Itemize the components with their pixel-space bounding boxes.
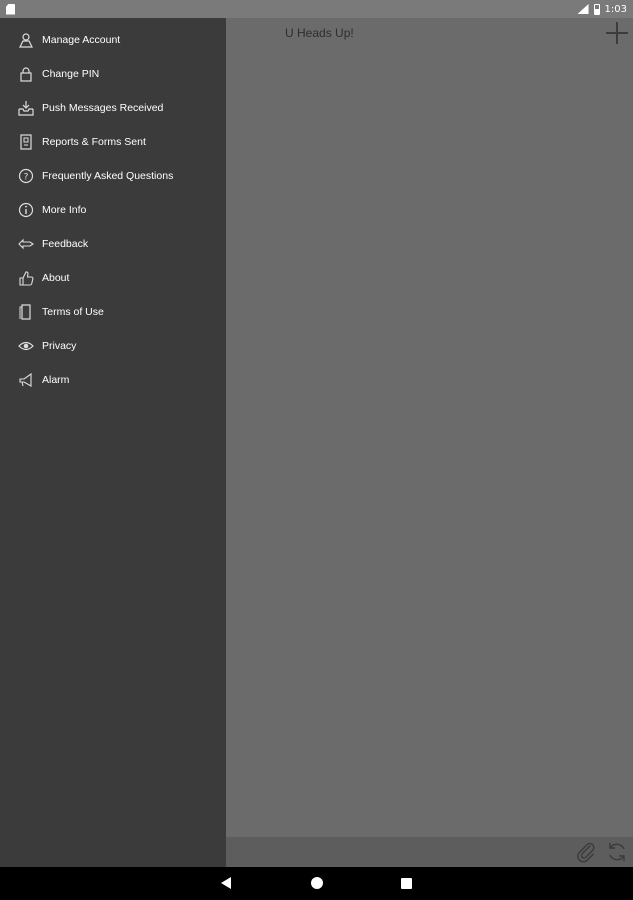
recents-button[interactable] — [401, 878, 412, 889]
menu-item-alarm[interactable]: Alarm — [0, 363, 226, 397]
menu-item-label: Feedback — [42, 238, 89, 250]
attach-button[interactable] — [575, 841, 597, 863]
menu-item-more-info[interactable]: More Info — [0, 193, 226, 227]
menu-item-feedback[interactable]: Feedback — [0, 227, 226, 261]
paperclip-icon — [577, 842, 595, 863]
back-button[interactable] — [221, 877, 231, 889]
info-icon — [17, 201, 35, 219]
svg-text:?: ? — [24, 173, 29, 183]
menu-item-label: Privacy — [42, 340, 77, 352]
menu-item-terms-of-use[interactable]: Terms of Use — [0, 295, 226, 329]
inbox-icon — [17, 99, 35, 117]
lock-icon — [17, 65, 35, 83]
menu-item-reports-forms[interactable]: Reports & Forms Sent — [0, 125, 226, 159]
page-icon — [17, 303, 35, 321]
megaphone-icon — [17, 371, 35, 389]
feedback-icon — [17, 235, 35, 253]
menu-item-change-pin[interactable]: Change PIN — [0, 57, 226, 91]
menu-item-about[interactable]: About — [0, 261, 226, 295]
sd-card-icon — [6, 3, 15, 15]
refresh-button[interactable] — [605, 841, 629, 863]
menu-item-label: Manage Account — [42, 34, 121, 46]
status-bar: 1:03 — [0, 0, 633, 18]
menu-item-faq[interactable]: ? Frequently Asked Questions — [0, 159, 226, 193]
navigation-drawer: Manage Account Change PIN Push Messages … — [0, 18, 226, 867]
menu-item-label: More Info — [42, 204, 87, 216]
thumbs-up-icon — [17, 269, 35, 287]
battery-icon — [593, 3, 600, 15]
menu-item-label: Terms of Use — [42, 306, 104, 318]
app-content: U Heads Up! Manage Account Change PIN Pu… — [0, 18, 633, 867]
add-button[interactable] — [606, 22, 628, 44]
refresh-icon — [609, 843, 625, 861]
app-title: U Heads Up! — [285, 26, 354, 40]
menu-item-label: About — [42, 272, 70, 284]
status-clock: 1:03 — [604, 3, 627, 15]
menu-item-label: Alarm — [42, 374, 70, 386]
menu-item-push-messages[interactable]: Push Messages Received — [0, 91, 226, 125]
menu-item-label: Change PIN — [42, 68, 100, 80]
document-icon — [17, 133, 35, 151]
system-nav-bar — [0, 867, 633, 900]
person-icon — [17, 31, 35, 49]
eye-icon — [17, 337, 35, 355]
signal-icon — [577, 4, 589, 14]
bottom-toolbar — [226, 837, 633, 867]
menu-item-label: Reports & Forms Sent — [42, 136, 146, 148]
menu-item-label: Frequently Asked Questions — [42, 170, 174, 182]
menu-item-label: Push Messages Received — [42, 102, 164, 114]
menu-item-privacy[interactable]: Privacy — [0, 329, 226, 363]
status-left — [6, 3, 15, 15]
question-icon: ? — [17, 167, 35, 185]
home-button[interactable] — [311, 877, 323, 889]
status-right: 1:03 — [577, 3, 627, 15]
menu-item-manage-account[interactable]: Manage Account — [0, 23, 226, 57]
